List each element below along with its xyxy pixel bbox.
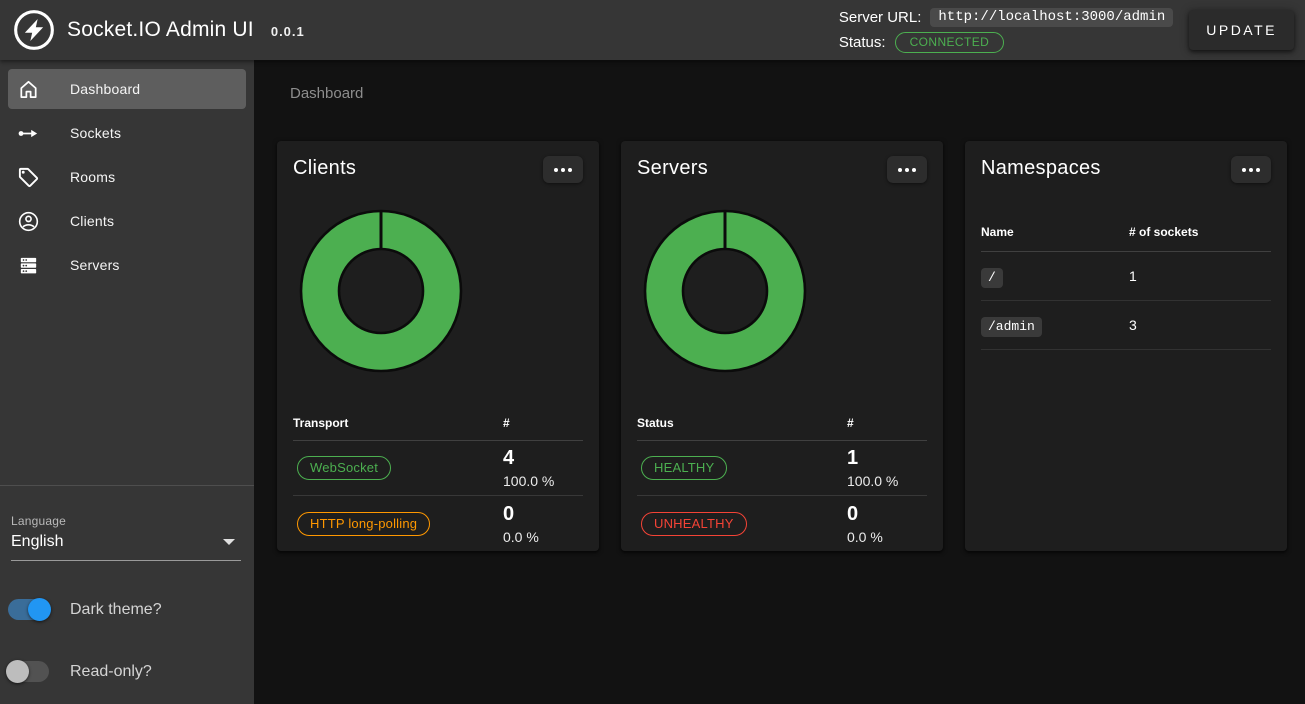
status-badge: UNHEALTHY xyxy=(641,512,747,536)
status-percent: 100.0 % xyxy=(847,473,927,489)
status-badge: HEALTHY xyxy=(641,456,727,480)
table-row: /admin 3 xyxy=(981,301,1271,350)
home-icon xyxy=(16,77,40,101)
dark-theme-label: Dark theme? xyxy=(70,601,162,619)
server-info: Server URL: http://localhost:3000/admin … xyxy=(839,7,1173,54)
socketio-logo-icon xyxy=(12,8,56,52)
ellipsis-icon xyxy=(554,168,558,172)
readonly-row: Read-only? xyxy=(8,661,241,682)
server-url-label: Server URL: xyxy=(839,9,922,26)
transport-badge: WebSocket xyxy=(297,456,391,480)
server-url-value: http://localhost:3000/admin xyxy=(930,8,1173,27)
col-name: Name xyxy=(981,225,1129,239)
namespaces-card-menu-button[interactable] xyxy=(1231,156,1271,183)
namespace-name: / xyxy=(981,268,1003,288)
servers-status-table: Status # HEALTHY 1 100.0 % UNHEALTHY 0 0… xyxy=(637,405,927,551)
sidebar: Dashboard Sockets Rooms Clients xyxy=(0,60,254,704)
transport-percent: 0.0 % xyxy=(503,529,583,545)
app-version: 0.0.1 xyxy=(271,21,305,39)
col-count: # xyxy=(847,416,927,430)
sidebar-item-label: Sockets xyxy=(70,125,121,141)
readonly-toggle[interactable] xyxy=(8,661,49,682)
language-select[interactable]: English xyxy=(11,530,241,561)
table-header: Status # xyxy=(637,405,927,441)
clients-transport-table: Transport # WebSocket 4 100.0 % HTTP lon… xyxy=(293,405,583,551)
readonly-label: Read-only? xyxy=(70,663,152,681)
sidebar-item-rooms[interactable]: Rooms xyxy=(8,157,246,197)
status-count: 0 xyxy=(847,503,927,526)
toggle-thumb xyxy=(6,660,29,683)
ellipsis-icon xyxy=(1242,168,1246,172)
table-header: Transport # xyxy=(293,405,583,441)
tag-icon xyxy=(16,165,40,189)
col-sockets: # of sockets xyxy=(1129,225,1271,239)
sidebar-item-clients[interactable]: Clients xyxy=(8,201,246,241)
sidebar-item-label: Rooms xyxy=(70,169,115,185)
col-count: # xyxy=(503,416,583,430)
status-percent: 0.0 % xyxy=(847,529,927,545)
header-connection-info: Server URL: http://localhost:3000/admin … xyxy=(839,7,1305,54)
dashboard-cards: Clients Transport # WebSocket 4 xyxy=(277,141,1287,551)
dark-theme-row: Dark theme? xyxy=(8,599,241,620)
namespace-socket-count: 1 xyxy=(1129,268,1271,284)
transport-percent: 100.0 % xyxy=(503,473,583,489)
transport-count: 0 xyxy=(503,503,583,526)
status-row: Status: CONNECTED xyxy=(839,32,1004,54)
servers-card: Servers Status # HEALTHY 1 1 xyxy=(621,141,943,551)
servers-card-menu-button[interactable] xyxy=(887,156,927,183)
language-label: Language xyxy=(11,514,241,528)
breadcrumb: Dashboard xyxy=(290,85,363,102)
table-row: HEALTHY 1 100.0 % xyxy=(637,441,927,496)
namespace-name: /admin xyxy=(981,317,1042,337)
language-value: English xyxy=(11,533,63,551)
sidebar-item-sockets[interactable]: Sockets xyxy=(8,113,246,153)
person-circle-icon xyxy=(16,209,40,233)
clients-card-title: Clients xyxy=(293,157,356,180)
connection-arrow-icon xyxy=(16,121,40,145)
server-url-row: Server URL: http://localhost:3000/admin xyxy=(839,7,1173,29)
transport-count: 4 xyxy=(503,447,583,470)
sidebar-item-dashboard[interactable]: Dashboard xyxy=(8,69,246,109)
update-button[interactable]: UPDATE xyxy=(1189,10,1294,50)
namespace-socket-count: 3 xyxy=(1129,317,1271,333)
table-row: UNHEALTHY 0 0.0 % xyxy=(637,496,927,551)
namespaces-card-title: Namespaces xyxy=(981,157,1101,180)
sidebar-item-label: Servers xyxy=(70,257,120,273)
sidebar-item-servers[interactable]: Servers xyxy=(8,245,246,285)
main-content: Dashboard Clients Transport # WebSocket xyxy=(254,60,1305,704)
chevron-down-icon xyxy=(223,539,235,545)
namespaces-table: Name # of sockets / 1 /admin 3 xyxy=(981,212,1271,350)
sidebar-settings-section: Language English Dark theme? Read-only? xyxy=(0,485,254,704)
header-brand: Socket.IO Admin UI 0.0.1 xyxy=(0,8,305,52)
col-status: Status xyxy=(637,416,847,430)
server-stack-icon xyxy=(16,253,40,277)
status-badge: CONNECTED xyxy=(895,32,1005,53)
table-row: / 1 xyxy=(981,252,1271,301)
app-header: Socket.IO Admin UI 0.0.1 Server URL: htt… xyxy=(0,0,1305,60)
table-header: Name # of sockets xyxy=(981,212,1271,252)
table-row: HTTP long-polling 0 0.0 % xyxy=(293,496,583,551)
clients-donut-chart xyxy=(299,209,463,373)
toggle-thumb xyxy=(28,598,51,621)
dark-theme-toggle[interactable] xyxy=(8,599,49,620)
sidebar-item-label: Dashboard xyxy=(70,81,140,97)
clients-card: Clients Transport # WebSocket 4 xyxy=(277,141,599,551)
servers-card-title: Servers xyxy=(637,157,708,180)
clients-card-menu-button[interactable] xyxy=(543,156,583,183)
status-label: Status: xyxy=(839,34,886,51)
status-count: 1 xyxy=(847,447,927,470)
namespaces-card: Namespaces Name # of sockets / 1 /admin … xyxy=(965,141,1287,551)
servers-donut-chart xyxy=(643,209,807,373)
transport-badge: HTTP long-polling xyxy=(297,512,430,536)
col-transport: Transport xyxy=(293,416,503,430)
sidebar-item-label: Clients xyxy=(70,213,114,229)
table-row: WebSocket 4 100.0 % xyxy=(293,441,583,496)
app-title: Socket.IO Admin UI xyxy=(67,18,254,42)
ellipsis-icon xyxy=(898,168,902,172)
